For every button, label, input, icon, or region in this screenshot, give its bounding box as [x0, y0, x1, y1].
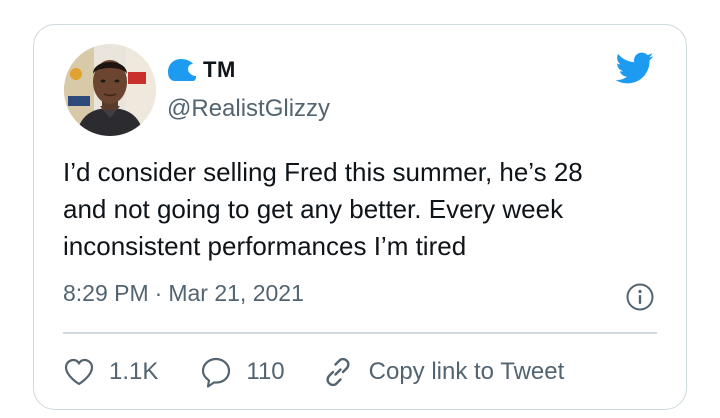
action-bar: 1.1K 110 Copy link to Tweet [63, 355, 564, 389]
tweet-text-line: and not going to get any better. Every w… [63, 194, 564, 224]
link-icon [326, 357, 350, 387]
tweet-text-line: inconsistent performances I’m tired [63, 231, 467, 261]
reply-button[interactable]: 110 [200, 356, 285, 388]
avatar[interactable] [64, 44, 156, 136]
divider [63, 332, 657, 334]
info-icon[interactable] [625, 282, 655, 312]
speech-bubble-icon [202, 357, 231, 388]
wave-icon [168, 59, 196, 81]
timestamp-separator: · [154, 280, 163, 306]
heart-icon [64, 358, 94, 386]
like-count: 1.1K [109, 358, 159, 385]
tweet-time[interactable]: 8:29 PM [63, 280, 149, 307]
tweet-text-line: I’d consider selling Fred this summer, h… [63, 157, 583, 187]
tweet-card[interactable]: TM @RealistGlizzy I’d consider selling F… [33, 24, 687, 410]
like-button[interactable]: 1.1K [63, 357, 158, 387]
reply-count: 110 [246, 358, 285, 385]
copy-link-label: Copy link to Tweet [368, 358, 565, 385]
display-name[interactable]: TM [203, 57, 236, 83]
tweet-date[interactable]: Mar 21, 2021 [168, 280, 304, 307]
tweet-text: I’d consider selling Fred this summer, h… [63, 154, 653, 265]
user-handle[interactable]: @RealistGlizzy [167, 95, 330, 123]
tweet-timestamp[interactable]: 8:29 PM · Mar 21, 2021 [63, 280, 304, 307]
author-name-row[interactable]: TM [167, 57, 236, 83]
twitter-bird-icon[interactable] [612, 48, 656, 88]
copy-link-button[interactable]: Copy link to Tweet [321, 355, 565, 389]
